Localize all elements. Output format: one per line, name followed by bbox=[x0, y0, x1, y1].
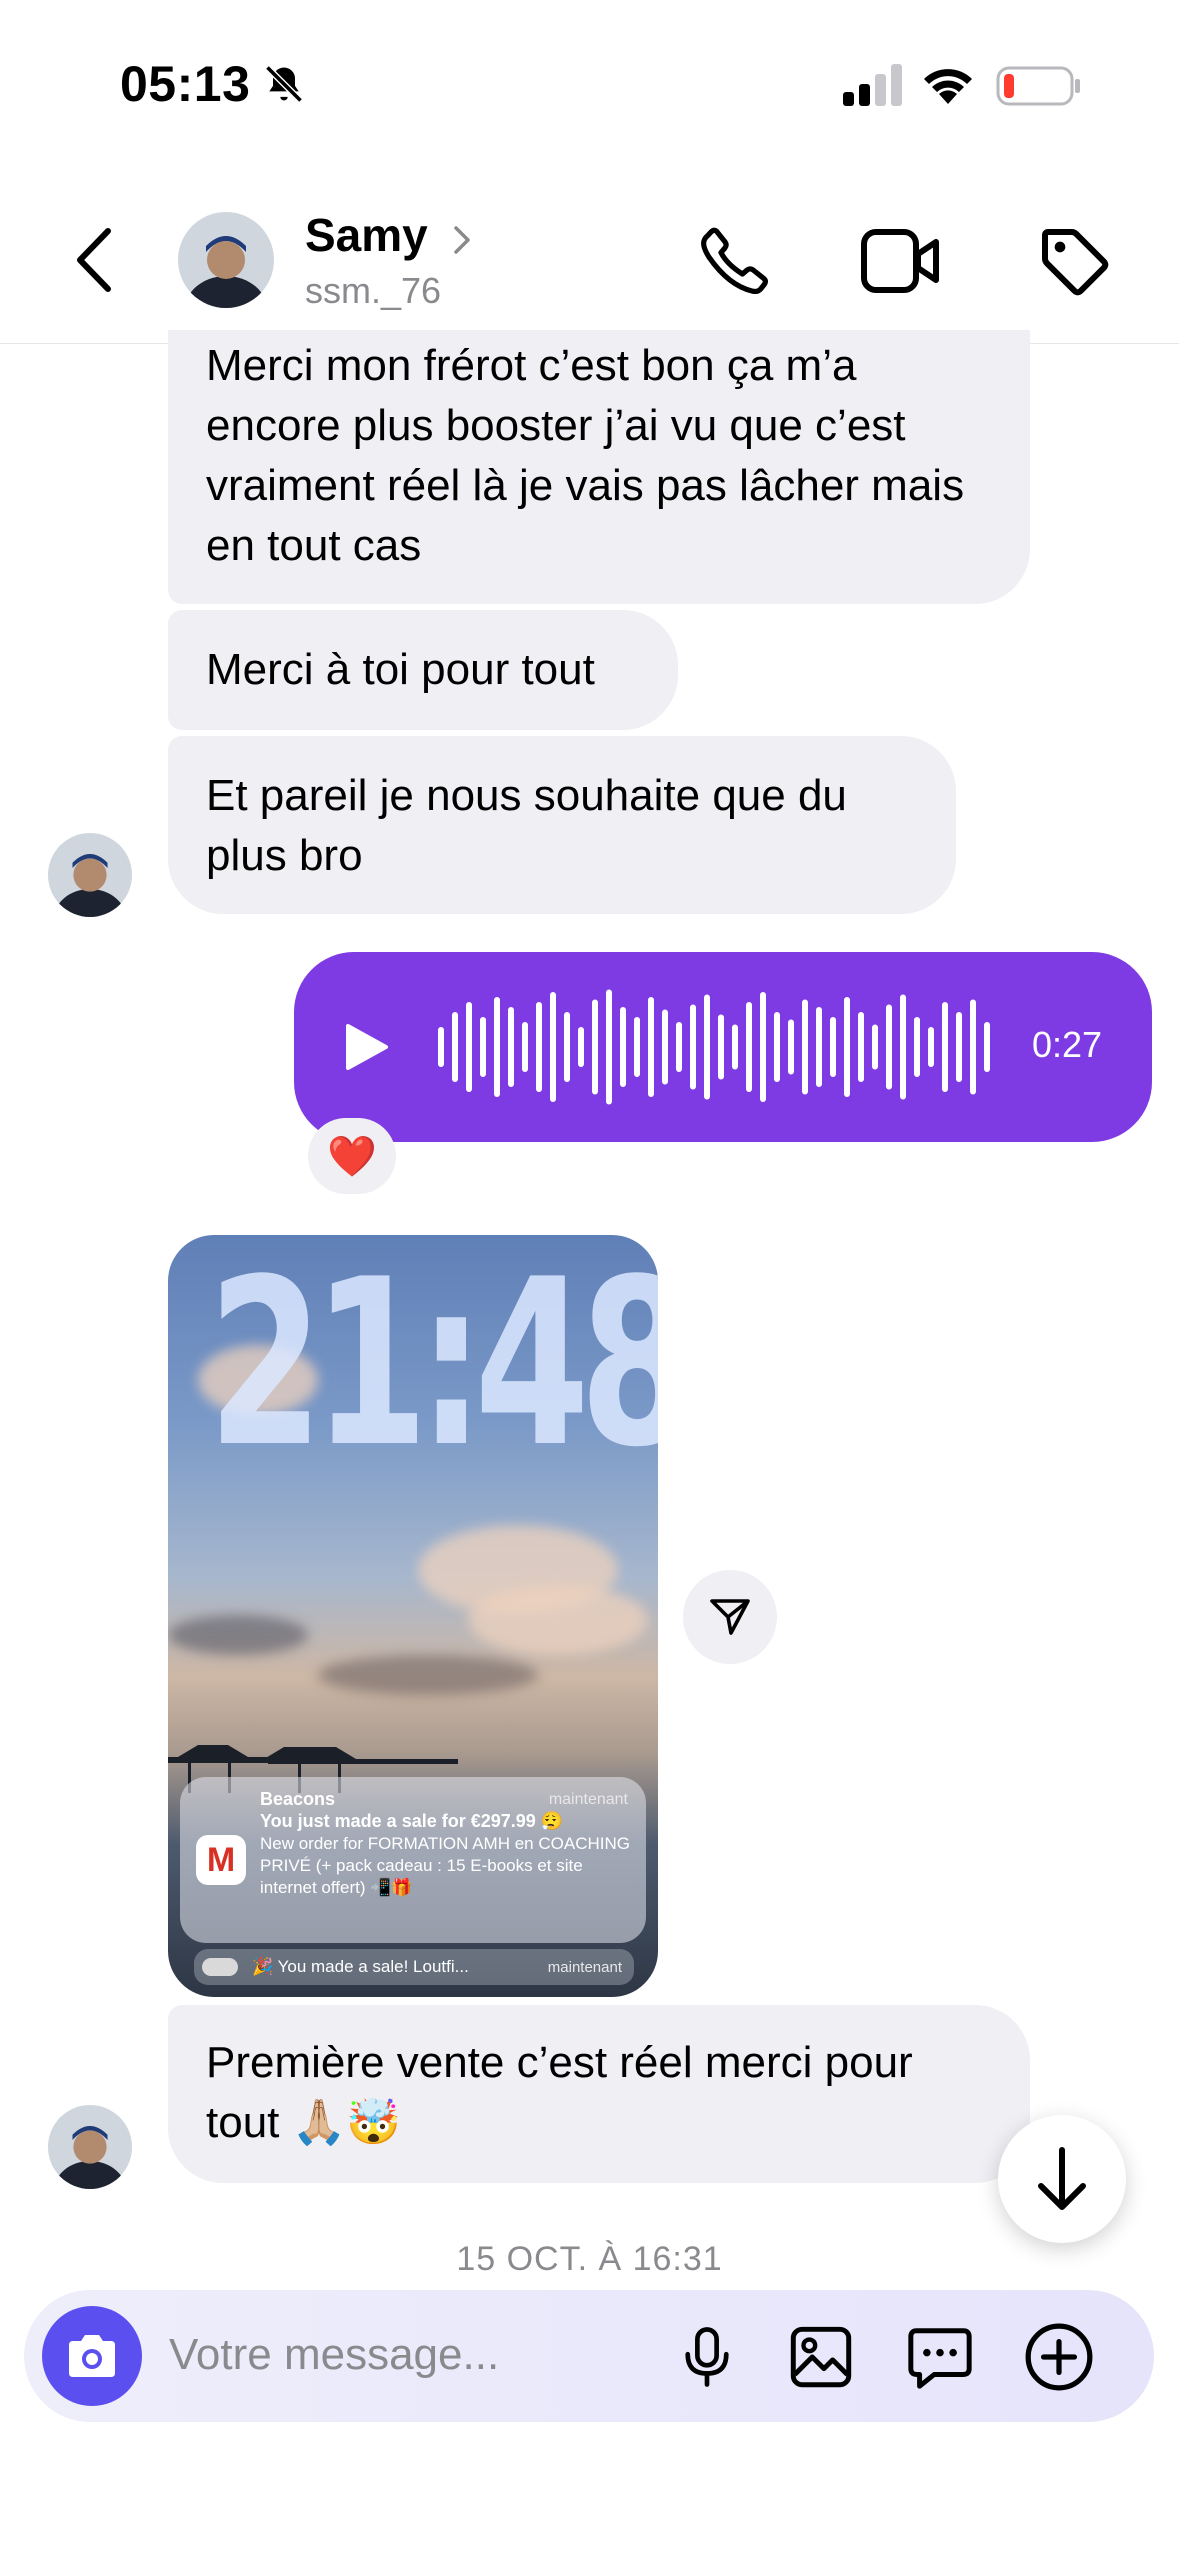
waveform-bar bbox=[732, 1024, 738, 1070]
waveform-bar bbox=[704, 994, 710, 1100]
waveform-bar bbox=[900, 994, 906, 1100]
signal-icon bbox=[843, 64, 902, 106]
waveform-bar bbox=[886, 1004, 892, 1090]
shared-image[interactable]: 21:48 M Beacons maintenant You just made… bbox=[168, 1235, 658, 1997]
sender-avatar[interactable] bbox=[48, 833, 132, 917]
status-bar: 05:13 bbox=[0, 0, 1179, 170]
date-separator: 15 OCT. À 16:31 bbox=[456, 2240, 723, 2278]
gmail-icon: M bbox=[196, 1835, 246, 1885]
waveform-bar bbox=[480, 1017, 486, 1077]
waveform-bar bbox=[592, 999, 598, 1095]
waveform-bar bbox=[690, 1004, 696, 1090]
heart-reaction[interactable]: ❤️ bbox=[308, 1118, 396, 1194]
microphone-icon[interactable] bbox=[674, 2322, 740, 2392]
waveform-bar bbox=[508, 1007, 514, 1087]
waveform-bar bbox=[844, 997, 850, 1097]
phone-icon[interactable] bbox=[695, 222, 773, 300]
gallery-icon[interactable] bbox=[786, 2322, 856, 2392]
battery-low-icon bbox=[996, 66, 1080, 106]
scroll-to-bottom-button[interactable] bbox=[998, 2115, 1126, 2243]
waveform-bar bbox=[760, 992, 766, 1102]
paper-plane-icon bbox=[710, 1599, 750, 1635]
waveform-bar bbox=[942, 1002, 948, 1092]
waveform-bar bbox=[494, 997, 500, 1097]
message-bubble[interactable]: Merci mon frérot c’est bon ça m’a encore… bbox=[168, 330, 1030, 604]
waveform-bar bbox=[564, 1012, 570, 1082]
waveform-bar bbox=[984, 1022, 990, 1072]
chat-bubble-icon[interactable] bbox=[904, 2322, 976, 2392]
contact-username: ssm._76 bbox=[305, 270, 442, 311]
app-icon bbox=[202, 1958, 238, 1976]
waveform-bar bbox=[522, 1022, 528, 1072]
message-bubble[interactable]: Merci à toi pour tout bbox=[168, 610, 678, 730]
message-bubble[interactable]: Et pareil je nous souhaite que du plus b… bbox=[168, 736, 956, 914]
waveform-bar bbox=[536, 1002, 542, 1092]
play-icon[interactable] bbox=[344, 1022, 390, 1072]
chevron-right-icon[interactable] bbox=[450, 220, 474, 260]
waveform-bar bbox=[774, 1012, 780, 1082]
notification-card-stacked: 🎉 You made a sale! Loutfi... maintenant bbox=[194, 1949, 634, 1985]
waveform-bar bbox=[816, 1007, 822, 1087]
waveform-bar bbox=[466, 1002, 472, 1092]
waveform-bar bbox=[648, 997, 654, 1097]
waveform-bar bbox=[872, 1024, 878, 1070]
waveform-bar bbox=[830, 1017, 836, 1077]
waveform-bar bbox=[914, 1017, 920, 1077]
contact-name[interactable]: Samy bbox=[305, 208, 428, 262]
waveform-bar bbox=[550, 992, 556, 1102]
video-icon[interactable] bbox=[860, 224, 942, 298]
arrow-down-icon bbox=[1038, 2147, 1086, 2210]
lockscreen-clock: 21:48 bbox=[208, 1235, 658, 1498]
plus-circle-icon[interactable] bbox=[1022, 2320, 1096, 2394]
notification-time: maintenant bbox=[547, 1959, 622, 1976]
notification-body: New order for FORMATION AMH en COACHING … bbox=[260, 1834, 630, 1897]
waveform-bar bbox=[452, 1012, 458, 1082]
wifi-icon bbox=[924, 69, 972, 104]
waveform-bar bbox=[956, 1012, 962, 1082]
waveform-bar bbox=[746, 1002, 752, 1092]
waveform-bar bbox=[438, 1027, 444, 1067]
notification-time: maintenant bbox=[548, 1791, 628, 1808]
back-chevron-icon[interactable] bbox=[70, 225, 120, 295]
waveform bbox=[438, 989, 990, 1105]
waveform-bar bbox=[858, 1012, 864, 1082]
waveform-bar bbox=[928, 1027, 934, 1067]
camera-icon bbox=[69, 2335, 115, 2377]
waveform-bar bbox=[970, 999, 976, 1095]
sender-avatar[interactable] bbox=[48, 2105, 132, 2189]
tag-icon[interactable] bbox=[1035, 222, 1115, 302]
message-composer: Votre message... bbox=[24, 2290, 1154, 2422]
status-time: 05:13 bbox=[120, 56, 251, 112]
waveform-bar bbox=[788, 1019, 794, 1075]
chat-header: Samy ssm._76 bbox=[0, 170, 1179, 344]
notification-app: Beacons bbox=[260, 1789, 336, 1809]
waveform-bar bbox=[676, 1022, 682, 1072]
message-bubble[interactable]: Première vente c’est réel merci pour tou… bbox=[168, 2005, 1030, 2183]
waveform-bar bbox=[620, 1007, 626, 1087]
waveform-bar bbox=[578, 1027, 584, 1067]
bell-slash-icon bbox=[265, 65, 303, 103]
share-button[interactable] bbox=[683, 1570, 777, 1664]
waveform-bar bbox=[802, 999, 808, 1095]
voice-message[interactable]: 0:27 bbox=[294, 952, 1152, 1142]
voice-duration: 0:27 bbox=[1032, 1024, 1103, 1065]
camera-button[interactable] bbox=[42, 2306, 142, 2406]
notification-card: M Beacons maintenant You just made a sal… bbox=[180, 1777, 646, 1943]
notification-title: You just made a sale for €297.99 😮‍💨 bbox=[260, 1811, 564, 1831]
waveform-bar bbox=[634, 1017, 640, 1077]
waveform-bar bbox=[606, 989, 612, 1105]
notification-text: 🎉 You made a sale! Loutfi... bbox=[252, 1957, 469, 1976]
message-input[interactable]: Votre message... bbox=[169, 2330, 499, 2380]
waveform-bar bbox=[718, 1014, 724, 1080]
contact-avatar[interactable] bbox=[178, 212, 274, 308]
waveform-bar bbox=[662, 1009, 668, 1085]
